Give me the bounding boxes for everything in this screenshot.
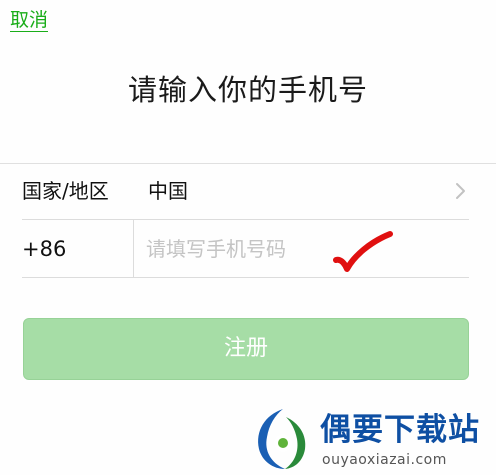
- page-title: 请输入你的手机号: [127, 73, 368, 107]
- country-code[interactable]: +86: [22, 235, 66, 263]
- watermark-title: 偶要下载站: [320, 412, 480, 448]
- cancel-button[interactable]: 取消: [10, 7, 49, 33]
- code-divider: [133, 220, 134, 278]
- watermark-url: ouyaoxiazai.com: [322, 452, 447, 468]
- country-value: 中国: [148, 179, 188, 203]
- country-label: 国家/地区: [22, 179, 109, 203]
- chevron-right-icon: [456, 183, 465, 199]
- watermark: 偶要下载站 ouyaoxiazai.com: [250, 405, 490, 473]
- phone-input[interactable]: [146, 231, 446, 267]
- watermark-logo-icon: [258, 409, 306, 469]
- register-button[interactable]: 注册: [23, 318, 469, 380]
- checkmark-icon: [333, 231, 393, 272]
- country-row[interactable]: 国家/地区 中国: [0, 163, 496, 220]
